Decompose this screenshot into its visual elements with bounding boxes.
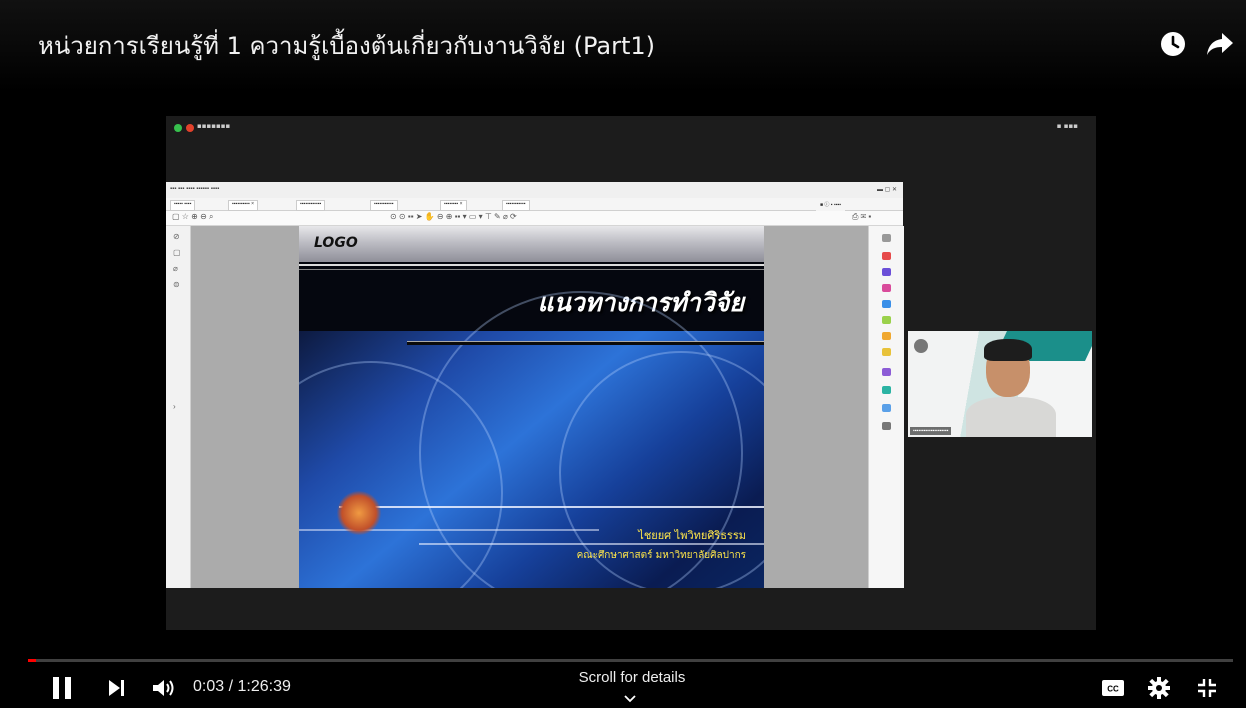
share-arrow-icon[interactable] bbox=[1204, 28, 1236, 60]
pdf-tab-strip: ▪▪▪▪▪ ▪▪▪▪ ▪▪▪▪▪▪▪▪▪▪ × ▪▪▪▪▪▪▪▪▪▪▪▪ ▪▪▪… bbox=[166, 198, 903, 211]
meeting-top-bar: ▪▪▪▪▪▪▪ ▪ ▪▪▪ bbox=[166, 116, 1096, 140]
pdf-gray-margin-left bbox=[191, 226, 299, 588]
pdf-left-rail: ⊘ ▢ ⌀ ⊜ › bbox=[166, 226, 191, 588]
pdf-toolbar: ▢ ☆ ⊕ ⊖ ⌕ ⊙ ⊙ ▪▪ ➤ ✋ ⊖ ⊕ ▪▪ ▾ ▭ ▾ ⊤ ✎ ⌀ … bbox=[166, 211, 903, 226]
pdf-slide-page: LOGO แนวทางการทำวิจัย ไชยยศ ไพวิทยศิริธร… bbox=[299, 226, 764, 588]
slide-logo: LOGO bbox=[314, 235, 358, 251]
pdf-viewer-window: ▪▪▪ ▪▪▪ ▪▪▪▪ ▪▪▪▪▪▪ ▪▪▪▪ ▬ ▢ ✕ ▪▪▪▪▪ ▪▪▪… bbox=[166, 182, 904, 588]
slide-author: ไชยยศ ไพวิทยศิริธรรม bbox=[638, 529, 746, 542]
video-frame[interactable]: ▪▪▪▪▪▪▪ ▪ ▪▪▪ ▪▪▪ ▪▪▪ ▪▪▪▪ ▪▪▪▪▪▪ ▪▪▪▪ ▬… bbox=[166, 116, 1096, 630]
slide-faculty: คณะศึกษาศาสตร์ มหาวิทยาลัยศิลปากร bbox=[576, 550, 746, 561]
webcam-name-tag: ▪▪▪▪▪▪▪▪▪▪▪▪▪▪▪▪▪▪▪▪ bbox=[910, 427, 952, 435]
title-bar: หน่วยการเรียนรู้ที่ 1 ความรู้เบื้องต้นเก… bbox=[0, 0, 1246, 92]
clock-icon[interactable] bbox=[1157, 28, 1189, 60]
progress-bar[interactable] bbox=[28, 659, 1233, 662]
captions-icon[interactable]: CC bbox=[1099, 674, 1127, 702]
next-icon[interactable] bbox=[104, 674, 130, 702]
svg-text:CC: CC bbox=[1107, 685, 1119, 694]
status-dot-icon bbox=[174, 124, 182, 132]
presenter-webcam: ▪▪▪▪▪▪▪▪▪▪▪▪▪▪▪▪▪▪▪▪ bbox=[908, 331, 1092, 437]
progress-fill bbox=[28, 659, 36, 662]
video-title[interactable]: หน่วยการเรียนรู้ที่ 1 ความรู้เบื้องต้นเก… bbox=[38, 26, 655, 65]
chevron-down-icon[interactable] bbox=[624, 690, 636, 708]
time-display: 0:03 / 1:26:39 bbox=[193, 678, 291, 695]
pdf-menubar: ▪▪▪ ▪▪▪ ▪▪▪▪ ▪▪▪▪▪▪ ▪▪▪▪ ▬ ▢ ✕ bbox=[166, 182, 903, 199]
slide-header-band: LOGO bbox=[299, 226, 764, 262]
recording-dot-icon bbox=[186, 124, 194, 132]
slide-stripe bbox=[299, 269, 764, 270]
meeting-caption: ▪▪▪▪▪▪▪ bbox=[197, 122, 231, 130]
settings-icon[interactable] bbox=[1145, 674, 1173, 702]
exit-fullscreen-icon[interactable] bbox=[1193, 674, 1221, 702]
meeting-view-control: ▪ ▪▪▪ bbox=[1056, 122, 1078, 130]
scroll-hint[interactable]: Scroll for details bbox=[552, 669, 712, 686]
pdf-right-tool-rail bbox=[868, 226, 904, 588]
pdf-gray-margin-right bbox=[764, 226, 868, 588]
slide-stripe bbox=[299, 264, 764, 266]
pause-icon[interactable] bbox=[48, 674, 76, 702]
slide-glow-decoration bbox=[337, 491, 381, 535]
institution-logo-icon bbox=[914, 339, 928, 353]
slide-divider bbox=[407, 341, 764, 345]
volume-icon[interactable] bbox=[150, 674, 178, 702]
